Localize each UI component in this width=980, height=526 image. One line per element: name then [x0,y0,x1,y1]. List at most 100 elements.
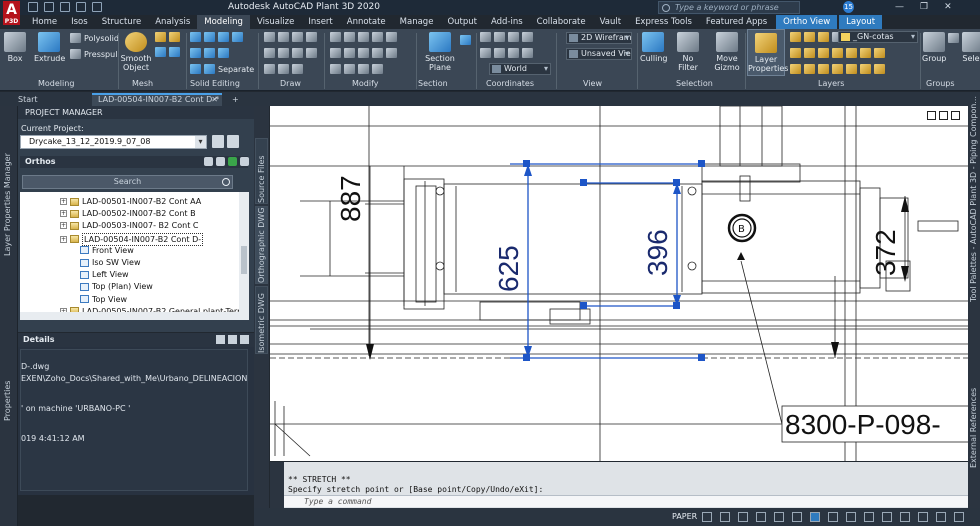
select-button[interactable]: Sele [962,32,980,63]
new-file-icon[interactable] [28,2,38,12]
point-icon[interactable] [264,64,275,74]
ungroup-icon[interactable] [948,33,959,43]
layer-unlock-icon[interactable] [860,64,871,74]
union-icon[interactable] [190,32,201,42]
hardware-acceleration-icon[interactable] [918,512,928,522]
layer-on-icon[interactable] [790,32,801,42]
tab-source-files[interactable]: Source Files [255,138,268,204]
help-search-input[interactable]: Type a keyword or phrase [658,1,800,14]
panel-title-modeling[interactable]: Modeling [38,79,74,88]
mesh-smooth-more-icon[interactable] [155,32,166,42]
stretch-icon[interactable] [372,48,383,58]
panel-title-view[interactable]: View [583,79,602,88]
circle-icon[interactable] [292,32,303,42]
ucs-dropdown[interactable]: World [489,63,551,75]
copy-icon[interactable] [386,32,397,42]
ribbon-tab-home[interactable]: Home [25,15,64,29]
panel-title-solid-editing[interactable]: Solid Editing [190,79,240,88]
save-icon[interactable] [60,2,70,12]
details-preview-icon[interactable] [228,335,237,344]
move-gizmo-button[interactable]: Move Gizmo [712,32,742,72]
named-view-dropdown[interactable]: Unsaved View [566,48,632,60]
tree-view-item[interactable]: Top View [80,294,127,305]
ribbon-tab-isos[interactable]: Isos [64,15,95,29]
polysolid-button[interactable]: Polysolid [70,33,119,43]
scale-icon[interactable] [386,48,397,58]
osnap-icon[interactable] [774,512,784,522]
lineweight-icon[interactable] [792,512,802,522]
external-references-tab[interactable]: External References [969,388,978,468]
annotation-monitor-icon[interactable] [864,512,874,522]
intersect-icon[interactable] [218,32,229,42]
orthos-search-input[interactable]: Search [22,175,233,189]
ribbon-tab-manage[interactable]: Manage [393,15,441,29]
visual-style-dropdown[interactable]: 2D Wireframe [566,32,632,44]
ortho-icon[interactable] [738,512,748,522]
layer-off-icon[interactable] [846,48,857,58]
tab-start[interactable]: Start [12,93,92,106]
layer-match-icon[interactable] [818,48,829,58]
workspace-icon[interactable] [846,512,856,522]
expand-icon[interactable]: + [60,198,67,205]
layer-copy-icon[interactable] [818,64,829,74]
line-icon[interactable] [264,32,275,42]
ucs-face-icon[interactable] [522,32,533,42]
redo-icon[interactable] [92,2,102,12]
layer-delete-icon[interactable] [804,64,815,74]
tab-close-icon[interactable]: ✕ [211,95,218,105]
mesh-smooth-less-icon[interactable] [169,32,180,42]
separate-button[interactable]: Separate [190,64,254,74]
units-icon[interactable] [882,512,892,522]
move-icon[interactable] [330,32,341,42]
rectangle-icon[interactable] [264,48,275,58]
boundary-icon[interactable] [278,64,289,74]
tree-view-item[interactable]: Front View [80,245,134,256]
layer-freeze-icon[interactable] [804,32,815,42]
ucs-icon[interactable] [480,32,491,42]
interfere-icon[interactable] [232,32,243,42]
layer-walk-icon[interactable] [874,48,885,58]
thicken-icon[interactable] [204,48,215,58]
tab-orthographic-dwg[interactable]: Orthographic DWG [255,206,268,284]
tree-scroll-thumb[interactable] [241,246,247,274]
array-icon[interactable] [330,64,341,74]
panel-title-layers[interactable]: Layers [818,79,844,88]
selection-cycling-icon[interactable] [810,512,820,522]
grid-icon[interactable] [702,512,712,522]
panel-title-mesh[interactable]: Mesh [132,79,153,88]
3d-rotate-icon[interactable] [372,64,383,74]
live-section-icon[interactable] [460,35,471,45]
tree-drawing-item[interactable]: + LAD-00503-IN007- B2 Cont C [60,220,198,231]
notifications-badge[interactable]: 15 [843,1,854,13]
section-plane-button[interactable]: Section Plane [422,32,458,72]
ribbon-tab-analysis[interactable]: Analysis [148,15,197,29]
viewport-minimize-icon[interactable] [927,111,936,120]
ribbon-tab-featured-apps[interactable]: Featured Apps [699,15,774,29]
snap-icon[interactable] [720,512,730,522]
current-layer-dropdown[interactable]: _GN-cotas [838,31,918,43]
presspull-button[interactable]: Presspull [70,49,120,59]
layer-merge-icon[interactable] [790,64,801,74]
ucs-x-icon[interactable] [480,48,491,58]
tree-view-item[interactable]: Top (Plan) View [80,281,153,292]
refresh-icon[interactable] [228,157,237,166]
panel-title-selection[interactable]: Selection [676,79,713,88]
search-icon[interactable] [222,178,230,186]
ribbon-tab-annotate[interactable]: Annotate [340,15,393,29]
minimize-icon[interactable]: — [895,2,904,12]
tree-drawing-item[interactable]: + LAD-00501-IN007-B2 Cont AA [60,196,201,207]
fillet-icon[interactable] [344,48,355,58]
ribbon-tab-visualize[interactable]: Visualize [250,15,301,29]
box-button[interactable]: Box [4,32,26,63]
ellipse-icon[interactable] [278,48,289,58]
paper-space-toggle[interactable]: PAPER [672,512,697,521]
ribbon-tab-output[interactable]: Output [440,15,484,29]
command-input[interactable]: Type a command [284,495,968,507]
layer-unisolate-icon[interactable] [804,48,815,58]
polyline-icon[interactable] [278,32,289,42]
viewport-close-icon[interactable] [951,111,960,120]
layer-properties-button[interactable]: Layer Properties [747,29,788,76]
mesh-refine-icon[interactable] [155,47,166,57]
print-icon[interactable] [212,135,224,148]
ucs-view-icon[interactable] [522,48,533,58]
